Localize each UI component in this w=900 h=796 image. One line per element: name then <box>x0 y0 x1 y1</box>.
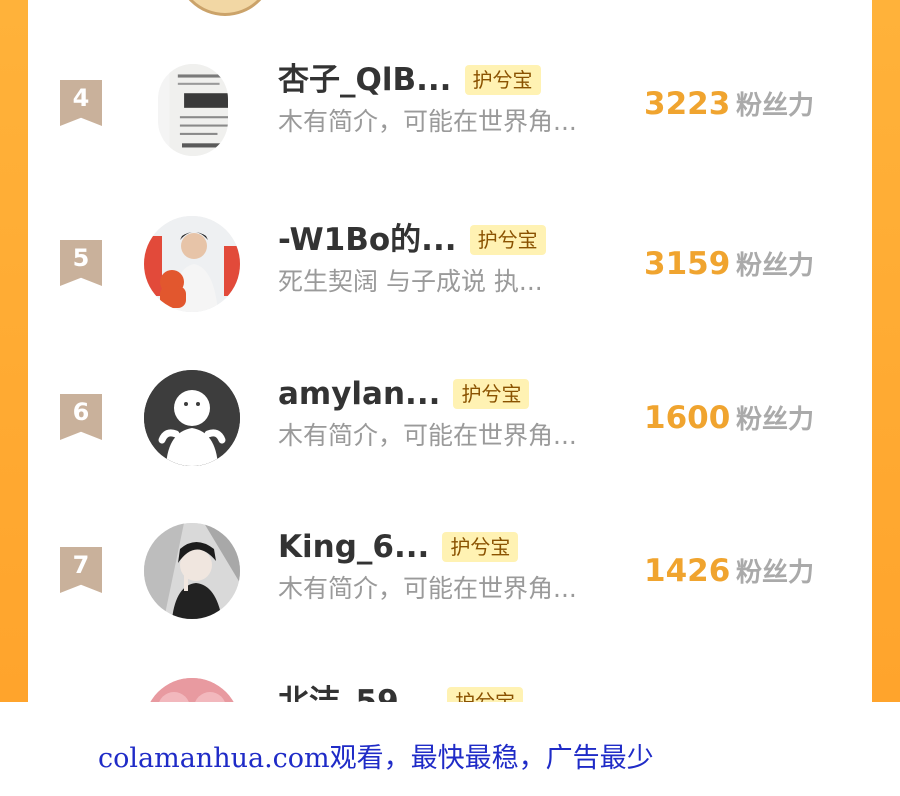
fan-score-unit: 粉丝力 <box>736 405 815 435</box>
user-bio: 木有简介，可能在世界角... <box>278 574 577 603</box>
user-photo-icon <box>144 216 240 312</box>
user-bio: 木有简介，可能在世界角... <box>278 421 577 450</box>
status-badge: 护兮宝 <box>442 532 519 562</box>
default-user-icon <box>144 370 240 466</box>
user-name[interactable]: King_6... <box>278 527 429 567</box>
avatar[interactable] <box>144 216 240 312</box>
user-photo-icon <box>144 678 240 702</box>
leaderboard-row[interactable]: 5 -W1Bo的... 护兮宝 死生契阔 与子成说 执... 3159 粉丝力 <box>28 210 872 320</box>
avatar[interactable] <box>144 678 240 702</box>
status-badge: 护兮宝 <box>464 65 541 95</box>
fan-score: 3159 <box>644 246 731 282</box>
fan-score-unit: 粉丝力 <box>736 558 815 588</box>
avatar[interactable] <box>144 370 240 466</box>
poster-image-icon <box>169 64 228 156</box>
fan-score: 1426 <box>644 553 731 589</box>
leaderboard-card: 4 杏子_QlB... 护兮宝 木有简介，可能在世界角... 3223 粉丝力 … <box>28 0 872 702</box>
status-badge: 护兮宝 <box>453 379 530 409</box>
status-badge: 护兮宝 <box>469 225 546 255</box>
user-name[interactable]: amylan... <box>278 374 440 414</box>
leaderboard-row[interactable]: 6 amylan... 护兮宝 木有简介，可能在世界角... 1600 粉丝力 <box>28 364 872 474</box>
leaderboard-frame: 4 杏子_QlB... 护兮宝 木有简介，可能在世界角... 3223 粉丝力 … <box>0 0 900 702</box>
watermark-text: colamanhua.com观看，最快最稳，广告最少 <box>98 743 654 774</box>
rank-badge: 5 <box>60 240 102 286</box>
status-badge: 护兮宝 <box>447 687 524 702</box>
user-photo-icon <box>144 523 240 619</box>
fan-score: 1600 <box>644 400 731 436</box>
rank-badge: 6 <box>60 394 102 440</box>
avatar[interactable] <box>176 0 274 16</box>
fan-score-unit: 粉丝力 <box>736 251 815 281</box>
leaderboard-row[interactable]: 北洁_59... 护兮宝 <box>28 672 872 702</box>
watermark-bar: colamanhua.com观看，最快最稳，广告最少 <box>0 702 900 796</box>
user-name[interactable]: -W1Bo的... <box>278 220 457 260</box>
avatar[interactable] <box>144 523 240 619</box>
user-name[interactable]: 杏子_QlB... <box>278 60 451 100</box>
rank-badge: 4 <box>60 80 102 126</box>
leaderboard-row[interactable]: 7 King_6... 护兮宝 木有简介，可能在世界角... 1426 粉丝力 <box>28 517 872 627</box>
avatar[interactable] <box>158 64 228 156</box>
user-bio: 死生契阔 与子成说 执... <box>278 267 543 296</box>
leaderboard-row[interactable]: 4 杏子_QlB... 护兮宝 木有简介，可能在世界角... 3223 粉丝力 <box>28 50 872 160</box>
fan-score-unit: 粉丝力 <box>736 91 815 121</box>
user-bio: 木有简介，可能在世界角... <box>278 107 577 136</box>
rank-badge: 7 <box>60 547 102 593</box>
fan-score: 3223 <box>644 86 731 122</box>
user-name[interactable]: 北洁_59... <box>278 682 434 702</box>
